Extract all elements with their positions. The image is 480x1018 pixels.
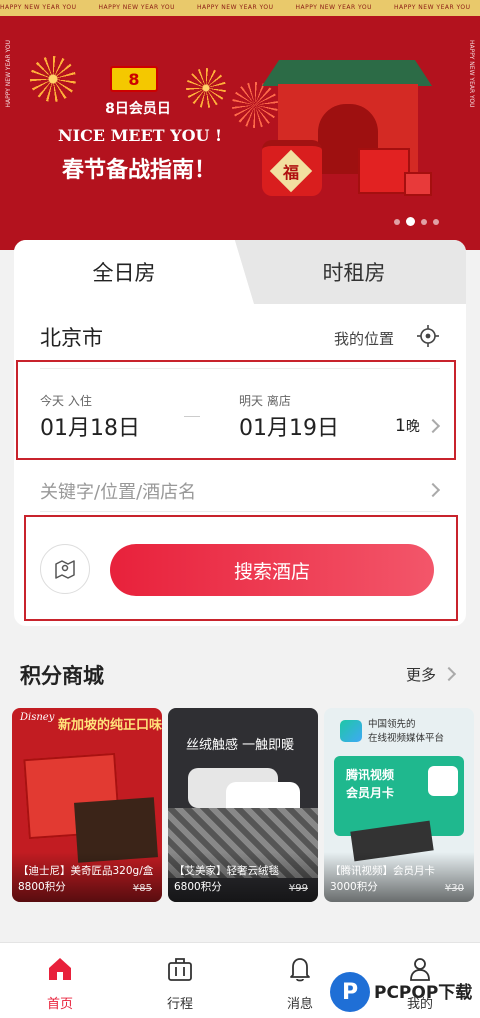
nav-trips-label: 行程 xyxy=(166,997,193,1012)
banner-headline: 春节备战指南！ xyxy=(61,158,216,183)
banner-side-text-right: HAPPY NEW YEAR YOU xyxy=(468,40,475,108)
nice-meet-you-text: NICE MEET YOU ! xyxy=(57,126,223,145)
checkout-date[interactable]: 01月19日 xyxy=(239,410,339,442)
nights-count: 1晚 xyxy=(395,416,420,436)
room-type-tabs: 全日房 时租房 xyxy=(14,240,466,304)
brand-logo: 8 xyxy=(110,66,158,92)
home-icon xyxy=(49,958,71,980)
product-banner-text: 在线视频媒体平台 xyxy=(368,733,445,744)
gift-box-illustration xyxy=(358,148,410,194)
product-banner-text: 新加坡的纯正口味 xyxy=(58,718,162,733)
booking-card: 全日房 时租房 北京市 我的位置 今天 入住 01月18日 明天 离店 01月1… xyxy=(14,240,466,626)
product-card-disney[interactable]: Disney 新加坡的纯正口味 【迪士尼】美奇匠品320g/盒 8800积分 ¥… xyxy=(12,708,162,902)
product-name: 【艾美家】轻奢云绒毯 xyxy=(174,865,279,877)
product-name: 【腾讯视频】会员月卡 xyxy=(330,865,435,877)
carousel-dot[interactable] xyxy=(421,218,427,225)
nav-home[interactable]: 首页 xyxy=(20,943,100,1018)
tab-full-day[interactable]: 全日房 xyxy=(34,240,214,304)
product-banner-text: 丝绒触感 一触即暖 xyxy=(186,738,295,753)
product-name: 【迪士尼】美奇匠品320g/盒 xyxy=(18,865,154,877)
pcpop-watermark: P PCPOP下载 xyxy=(330,972,480,1016)
product-points: 6800积分 xyxy=(174,881,222,893)
product-card-tencent-video[interactable]: 中国领先的 在线视频媒体平台 腾讯视频 会员月卡 【腾讯视频】会员月卡 3000… xyxy=(324,708,474,902)
checkout-label: 明天 离店 xyxy=(239,394,291,408)
product-banner-text: 中国领先的 xyxy=(368,719,416,730)
product-original-price: ¥85 xyxy=(132,883,152,894)
product-points: 3000积分 xyxy=(330,881,378,893)
tencent-video-logo-icon xyxy=(340,720,362,742)
nav-messages[interactable]: 消息 xyxy=(260,943,340,1018)
firework-decoration xyxy=(186,68,226,108)
banner-ticker: HAPPY NEW YEAR YOU HAPPY NEW YEAR YOU HAPP… xyxy=(0,0,480,16)
luggage-icon xyxy=(168,958,192,981)
nav-messages-label: 消息 xyxy=(286,997,313,1012)
chevron-right-icon[interactable] xyxy=(441,666,457,682)
search-hotel-button[interactable]: 搜索酒店 xyxy=(110,544,434,596)
banner-side-text-left: HAPPY NEW YEAR YOU xyxy=(5,40,12,108)
carousel-indicator xyxy=(394,217,439,226)
points-mall-title: 积分商城 xyxy=(20,664,104,688)
carousel-dot[interactable] xyxy=(433,218,439,225)
disney-logo: Disney xyxy=(20,712,55,723)
gate-roof-illustration xyxy=(262,60,432,86)
locate-icon[interactable] xyxy=(416,324,440,348)
map-icon xyxy=(55,560,75,579)
firework-decoration xyxy=(232,82,278,128)
carousel-dot-active[interactable] xyxy=(406,217,415,226)
checkin-label: 今天 入住 xyxy=(40,394,92,408)
product-card-blanket[interactable]: 丝绒触感 一触即暖 【艾美家】轻奢云绒毯 6800积分 ¥99 xyxy=(168,708,318,902)
my-location-link[interactable]: 我的位置 xyxy=(334,328,394,349)
gift-box-illustration xyxy=(404,172,432,196)
pcpop-logo: P xyxy=(330,972,370,1012)
keyword-input[interactable]: 关键字/位置/酒店名 xyxy=(40,476,440,504)
product-original-price: ¥30 xyxy=(444,883,464,894)
keyword-placeholder: 关键字/位置/酒店名 xyxy=(40,482,197,503)
promo-banner[interactable]: HAPPY NEW YEAR YOU HAPPY NEW YEAR YOU HAPP… xyxy=(0,0,480,250)
carousel-dot[interactable] xyxy=(394,218,400,225)
city-selector[interactable]: 北京市 xyxy=(40,322,103,352)
bell-icon xyxy=(290,958,310,982)
product-original-price: ¥99 xyxy=(288,883,308,894)
firework-decoration xyxy=(30,56,76,102)
more-link[interactable]: 更多 xyxy=(406,664,436,685)
nav-home-label: 首页 xyxy=(46,997,73,1012)
nav-trips[interactable]: 行程 xyxy=(140,943,220,1018)
member-day-text: 8日会员日 xyxy=(105,101,171,117)
play-icon xyxy=(428,766,458,796)
tab-hourly[interactable]: 时租房 xyxy=(264,240,444,304)
pcpop-watermark-text: PCPOP下载 xyxy=(374,983,473,1003)
checkin-date[interactable]: 01月18日 xyxy=(40,410,140,442)
product-points: 8800积分 xyxy=(18,881,66,893)
map-button[interactable] xyxy=(40,544,90,594)
